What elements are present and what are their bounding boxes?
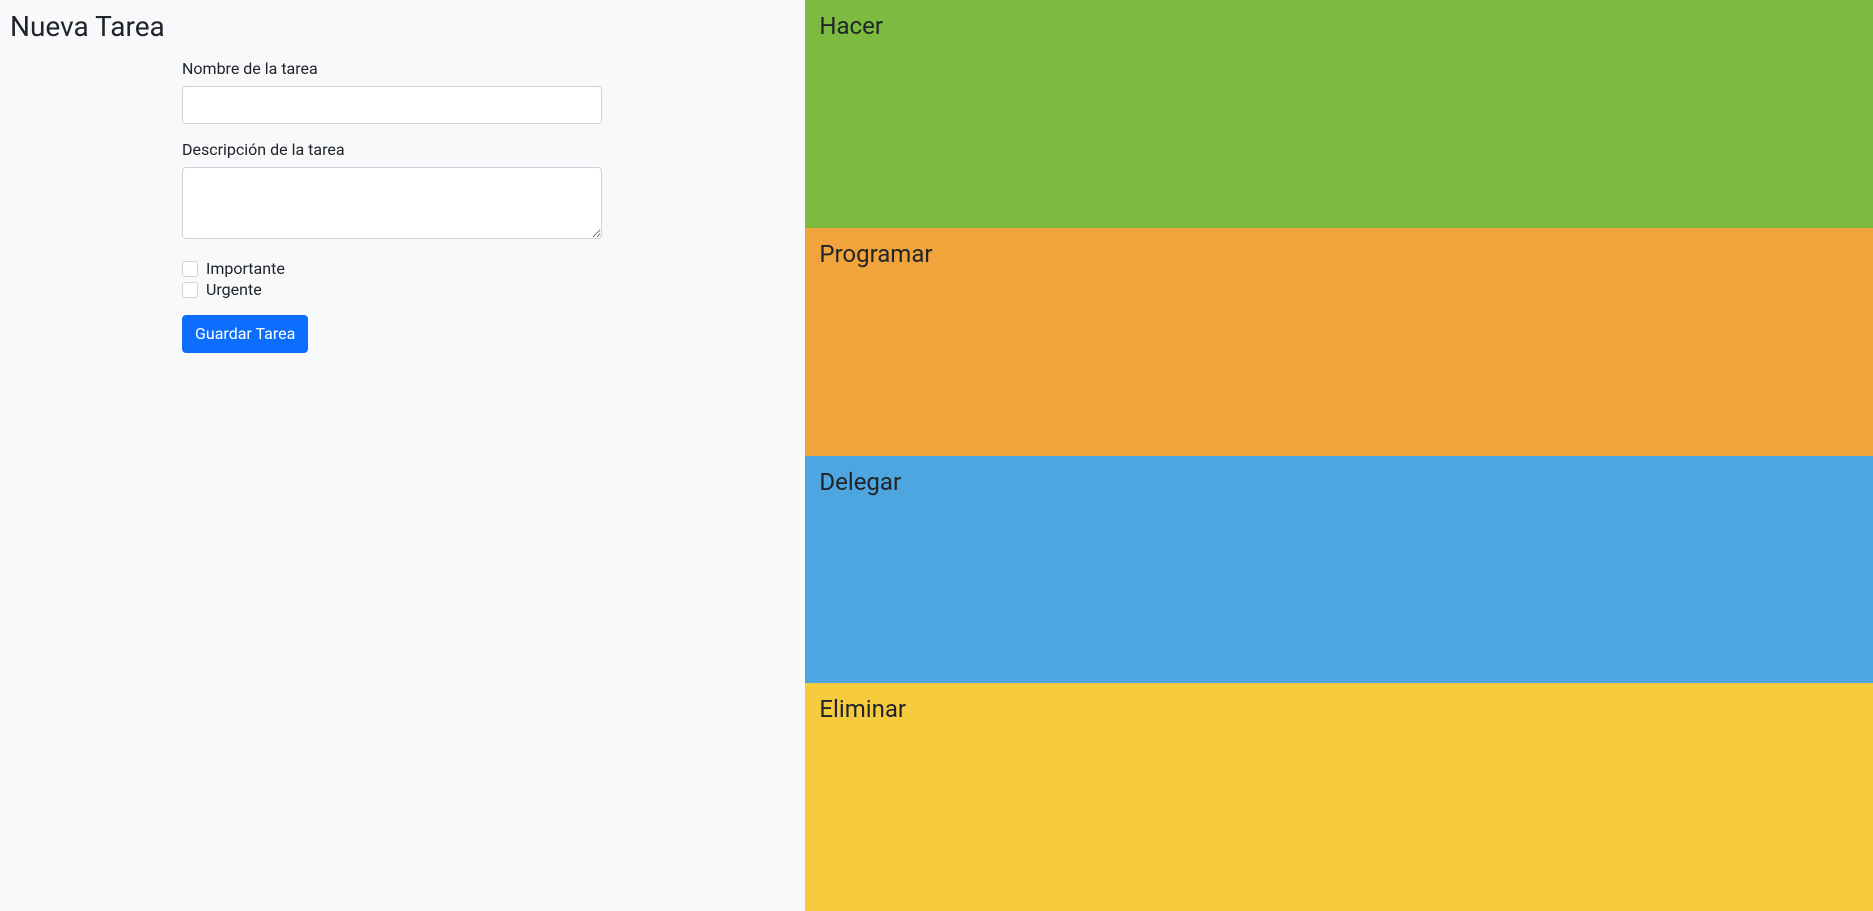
urgent-label[interactable]: Urgente	[206, 280, 262, 299]
name-group: Nombre de la tarea	[182, 59, 602, 124]
important-check: Importante	[182, 259, 602, 278]
description-label: Descripción de la tarea	[182, 140, 602, 159]
description-group: Descripción de la tarea	[182, 140, 602, 243]
matrix-panel: Hacer Programar Delegar Eliminar	[805, 0, 1873, 911]
urgent-checkbox[interactable]	[182, 282, 198, 298]
quadrant-programar-title: Programar	[819, 240, 1859, 268]
task-name-input[interactable]	[182, 86, 602, 124]
quadrant-eliminar-title: Eliminar	[819, 695, 1859, 723]
form-panel: Nueva Tarea Nombre de la tarea Descripci…	[0, 0, 805, 911]
quadrant-programar: Programar	[805, 228, 1873, 456]
quadrant-hacer: Hacer	[805, 0, 1873, 228]
quadrant-delegar-title: Delegar	[819, 468, 1859, 496]
form-title: Nueva Tarea	[10, 10, 795, 43]
save-task-button[interactable]: Guardar Tarea	[182, 315, 308, 353]
task-form: Nombre de la tarea Descripción de la tar…	[182, 59, 602, 353]
quadrant-delegar: Delegar	[805, 456, 1873, 684]
important-checkbox[interactable]	[182, 261, 198, 277]
important-label[interactable]: Importante	[206, 259, 285, 278]
urgent-check: Urgente	[182, 280, 602, 299]
task-description-input[interactable]	[182, 167, 602, 239]
app-container: Nueva Tarea Nombre de la tarea Descripci…	[0, 0, 1873, 911]
name-label: Nombre de la tarea	[182, 59, 602, 78]
quadrant-eliminar: Eliminar	[805, 683, 1873, 911]
quadrant-hacer-title: Hacer	[819, 12, 1859, 40]
